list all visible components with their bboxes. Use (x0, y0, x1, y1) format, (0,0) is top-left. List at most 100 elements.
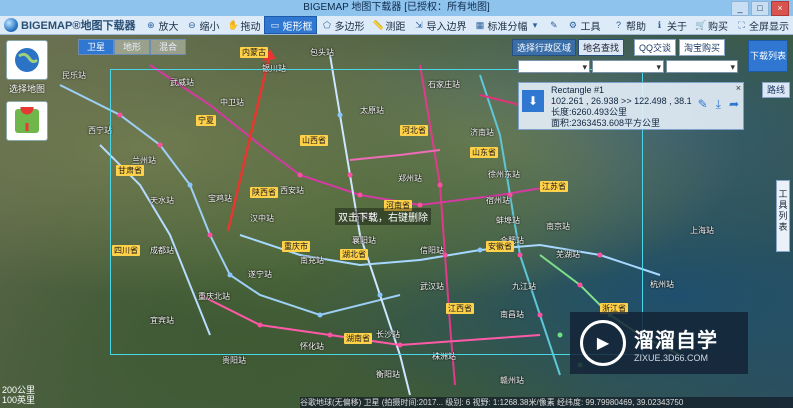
station-label: 杭州站 (650, 280, 674, 289)
ruler-icon: 📏 (372, 19, 384, 30)
rectangle-label: 矩形框 (282, 21, 313, 33)
app-logo-text: BIGEMAP®地图下载器 (21, 20, 136, 32)
tools-button[interactable]: ⚙ 工具 (563, 17, 604, 33)
region-selects: ▾ ▾ ▾ (518, 60, 738, 73)
rectangle-actions: ✎ ⤓ ➦ (698, 97, 739, 112)
measure-label: 测距 (385, 21, 406, 33)
scale-km: 200公里 (2, 385, 36, 395)
tools-list-tab[interactable]: 工具列表 (776, 180, 790, 252)
help-button[interactable]: ? 帮助 (609, 17, 650, 33)
info-icon: ℹ (657, 19, 662, 30)
measure-button[interactable]: 📏 测距 (368, 17, 409, 33)
earth-icon (15, 48, 39, 72)
station-label: 西宁站 (88, 126, 112, 135)
rectangle-button[interactable]: ▭ 矩形框 (264, 16, 318, 34)
import-boundary-button[interactable]: ⇲ 导入边界 (409, 17, 470, 33)
chevron-down-icon: ▾ (532, 19, 538, 30)
import-boundary-label: 导入边界 (426, 21, 467, 33)
maximize-button[interactable]: □ (751, 1, 769, 16)
gear-icon: ⚙ (568, 19, 577, 30)
rectangle-icon: ▭ (270, 19, 280, 30)
rectangle-coords: 102.261 , 26.938 >> 122.498 , 38.1 (551, 96, 692, 106)
close-button[interactable]: × (771, 1, 789, 16)
map-type-hybrid[interactable]: 混合 (150, 39, 186, 55)
station-label: 民乐站 (62, 71, 86, 80)
city-select[interactable]: ▾ (592, 60, 664, 73)
station-label: 赣州站 (500, 376, 524, 385)
fullscreen-button[interactable]: ⛶ 全屏显示 (732, 17, 793, 33)
help-label: 帮助 (626, 21, 646, 33)
watermark: ▶ 溜溜自学 ZIXUE.3D66.COM (570, 312, 748, 374)
zoom-out-button[interactable]: ⊖ 缩小 (182, 17, 223, 33)
map-pin-icon (15, 107, 39, 133)
hand-icon: ✋ (227, 19, 239, 30)
select-map-label: 选择地图 (8, 84, 45, 94)
grid-icon: ▦ (475, 19, 485, 30)
import-icon: ⇲ (415, 19, 423, 30)
rectangle-length: 长度:6260.493公里 (551, 107, 628, 117)
main-toolbar: BIGEMAP®地图下载器 ⊕ 放大 ⊖ 缩小 ✋ 拖动 ▭ 矩形框 ⬠ 多边形 📏 测距 … (0, 16, 793, 35)
map-type-switcher: 卫星 地形 混合 (78, 39, 186, 55)
scale-mi: 100英里 (2, 395, 36, 405)
map-source-button[interactable] (6, 101, 48, 141)
standard-sheet-button[interactable]: ▦ 标准分幅 ▾ (470, 17, 544, 33)
standard-sheet-label: 标准分幅 (487, 21, 528, 33)
buy-button[interactable]: 🛒 购买 (691, 17, 732, 33)
district-select[interactable]: ▾ (666, 60, 738, 73)
province-label: 内蒙古 (240, 47, 268, 58)
tab-place-search[interactable]: 地名查找 (578, 39, 625, 56)
province-select[interactable]: ▾ (518, 60, 590, 73)
share-icon[interactable]: ➦ (729, 97, 739, 112)
download-icon[interactable]: ⬇ (522, 90, 544, 112)
map-type-terrain[interactable]: 地形 (114, 39, 150, 55)
zoom-in-icon: ⊕ (147, 19, 155, 30)
zoom-out-icon: ⊖ (188, 19, 196, 30)
selection-hint: 双击下载，右键删除 (335, 208, 431, 225)
qq-chat-button[interactable]: QQ交谈 (634, 39, 677, 56)
about-button[interactable]: ℹ 关于 (650, 17, 691, 33)
region-tabs: 选择行政区域 地名查找 (512, 39, 625, 56)
polygon-icon: ⬠ (323, 19, 331, 30)
select-map-button[interactable] (6, 40, 48, 80)
eyedropper-button[interactable]: ✎ (544, 17, 563, 33)
station-label: 包头站 (310, 48, 334, 57)
status-bar: 谷歌地球(无偏移) 卫星 (拍摄时间:2017... 级别: 6 视野: 1:1… (300, 397, 793, 408)
map-type-satellite[interactable]: 卫星 (78, 39, 114, 55)
close-icon[interactable]: × (736, 83, 741, 93)
download-arrow-icon[interactable]: ⤓ (716, 97, 721, 112)
zoom-in-label: 放大 (158, 21, 179, 33)
pan-label: 拖动 (240, 21, 261, 33)
rectangle-name: Rectangle #1 (551, 85, 605, 95)
rectangle-info-popup: ⬇ Rectangle #1 102.261 , 26.938 >> 122.4… (518, 82, 744, 130)
polygon-label: 多边形 (334, 21, 365, 33)
watermark-url: ZIXUE.3D66.COM (634, 352, 709, 363)
station-label: 上海站 (690, 226, 714, 235)
pan-button[interactable]: ✋ 拖动 (223, 17, 264, 33)
edit-icon[interactable]: ✎ (698, 97, 708, 112)
eyedropper-icon: ✎ (550, 19, 558, 30)
station-label: 贵阳站 (222, 356, 246, 365)
window-title-bar: BIGEMAP 地图下载器 [已授权：所有地图] _ □ × (0, 0, 793, 16)
rectangle-info-text: Rectangle #1 102.261 , 26.938 >> 122.498… (551, 85, 692, 129)
polygon-button[interactable]: ⬠ 多边形 (317, 17, 368, 33)
play-icon: ▶ (580, 320, 626, 366)
window-controls: _ □ × (731, 1, 789, 16)
map-scale: 200公里 100英里 (2, 385, 35, 405)
help-icon: ? (615, 19, 621, 30)
zoom-in-button[interactable]: ⊕ 放大 (141, 17, 182, 33)
route-button[interactable]: 路线 (762, 82, 790, 98)
about-label: 关于 (667, 21, 687, 33)
left-map-panel: 选择地图 (6, 40, 48, 147)
fullscreen-icon: ⛶ (738, 19, 745, 30)
tab-select-region[interactable]: 选择行政区域 (512, 39, 577, 56)
globe-icon (4, 18, 18, 32)
window-title: BIGEMAP 地图下载器 [已授权：所有地图] (303, 2, 490, 13)
station-label: 衡阳站 (376, 370, 400, 379)
app-logo: BIGEMAP®地图下载器 (0, 17, 141, 33)
taobao-buy-button[interactable]: 淘宝购买 (679, 39, 726, 56)
rectangle-area: 面积:2363453.608平方公里 (551, 118, 661, 128)
buy-label: 购买 (708, 21, 728, 33)
minimize-button[interactable]: _ (731, 1, 749, 16)
download-list-tab[interactable]: 下载列表 (748, 40, 788, 72)
contact-links: QQ交谈 淘宝购买 (634, 39, 726, 56)
